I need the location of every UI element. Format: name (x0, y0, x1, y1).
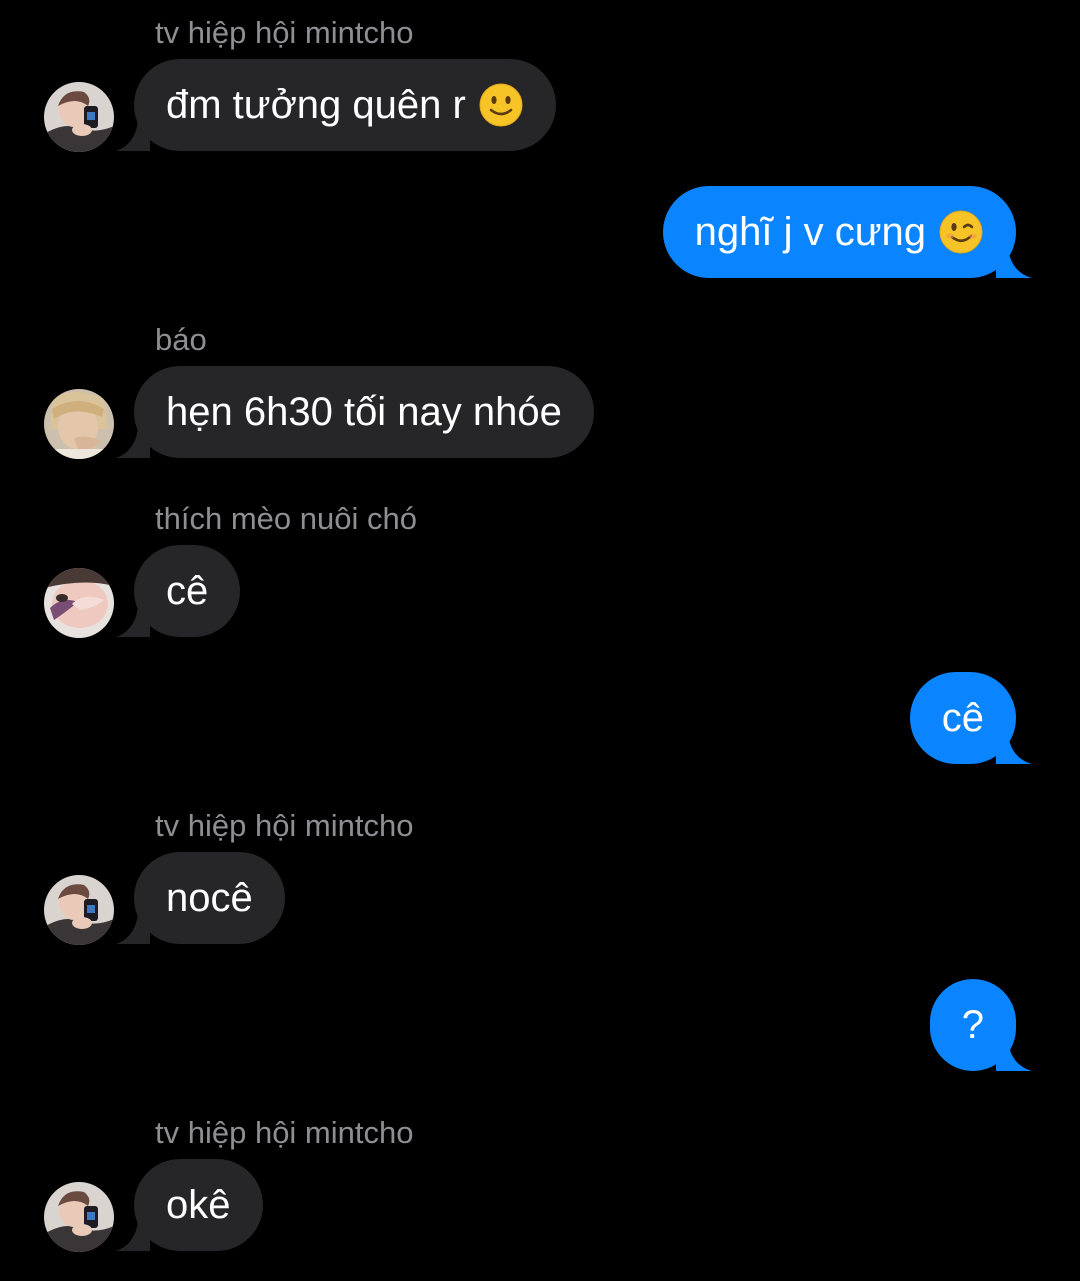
outgoing-message-bubble[interactable]: cê (909, 672, 1016, 764)
message-text: ? (961, 1002, 984, 1047)
avatar[interactable] (44, 875, 114, 945)
winking-face-emoji-icon (938, 209, 984, 255)
incoming-message-bubble[interactable]: okê (134, 1159, 263, 1251)
avatar[interactable] (44, 82, 114, 152)
sender-name: báo (155, 322, 207, 357)
incoming-message-bubble[interactable]: nocê (134, 852, 285, 944)
message-thread: tv hiệp hội mintcho đm tưởng quên r nghĩ… (0, 0, 1080, 1281)
incoming-message-bubble[interactable]: hẹn 6h30 tối nay nhóe (134, 366, 594, 458)
avatar[interactable] (44, 389, 114, 459)
sender-name: tv hiệp hội mintcho (155, 15, 414, 50)
message-text: okê (166, 1182, 231, 1227)
message-text: cê (166, 568, 209, 613)
incoming-message-bubble[interactable]: đm tưởng quên r (134, 59, 556, 151)
message-text: hẹn 6h30 tối nay nhóe (166, 389, 562, 434)
incoming-message-bubble[interactable]: cê (134, 545, 241, 637)
message-text: nocê (166, 875, 253, 920)
sender-name: tv hiệp hội mintcho (155, 808, 414, 843)
sender-name: tv hiệp hội mintcho (155, 1115, 414, 1150)
avatar[interactable] (44, 1182, 114, 1252)
outgoing-message-bubble[interactable]: ? (929, 979, 1016, 1071)
sender-name: thích mèo nuôi chó (155, 501, 417, 536)
avatar[interactable] (44, 568, 114, 638)
outgoing-message-bubble[interactable]: nghĩ j v cưng (662, 186, 1016, 278)
message-text: đm tưởng quên r (166, 82, 466, 127)
slightly-smiling-face-emoji-icon (478, 82, 524, 128)
message-text: cê (941, 695, 984, 740)
message-text: nghĩ j v cưng (694, 209, 926, 254)
